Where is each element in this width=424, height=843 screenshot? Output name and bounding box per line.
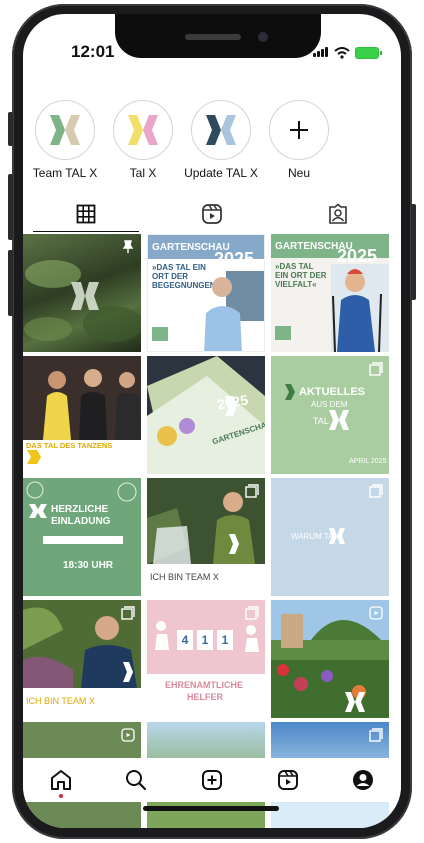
grid-icon	[76, 204, 96, 224]
post-gartenschau-vielfalt[interactable]: GARTENSCHAU 2025 »DAS TAL EIN ORT DER VI…	[271, 234, 389, 352]
power-button	[411, 204, 416, 300]
highlight-team-tal-x[interactable]: Team TAL X	[32, 100, 98, 180]
post-team-x-portrait[interactable]: ICH BIN TEAM X	[23, 600, 141, 718]
helper-counter: 4 1 1	[177, 630, 233, 650]
highlight-update-tal-x[interactable]: Update TAL X	[184, 100, 258, 180]
post-forest-waterfall[interactable]	[23, 234, 141, 352]
post-caption: WARUM TAL	[291, 532, 338, 541]
post-aktuelles[interactable]: AKTUELLES AUS DEM TAL APRIL 2025	[271, 356, 389, 474]
volume-down-button	[8, 250, 13, 316]
counter-digit: 1	[197, 630, 213, 650]
pin-icon	[122, 240, 134, 253]
talx-logo-icon	[191, 100, 251, 160]
nav-profile[interactable]	[343, 760, 383, 800]
add-post-icon	[201, 770, 222, 790]
volume-up-button	[8, 174, 13, 240]
story-highlights: Team TAL X Tal X Update TAL X Neu	[23, 100, 401, 180]
post-garden-park[interactable]	[271, 600, 389, 718]
highlight-label: Neu	[287, 166, 310, 180]
screen: 12:01 Team TAL X Tal X Update TAL X Neu …	[23, 14, 401, 828]
nav-create[interactable]	[192, 760, 232, 800]
tab-grid[interactable]	[23, 196, 149, 232]
front-camera	[258, 32, 268, 42]
post-warum-tal[interactable]: WARUM TAL	[271, 478, 389, 596]
notification-dot	[58, 794, 63, 798]
post-caption: ICH BIN TEAM X	[150, 572, 219, 582]
post-line1: AKTUELLES	[299, 386, 365, 398]
carousel-icon	[121, 606, 135, 620]
post-gartenschau-brochure[interactable]: 2025 GARTENSCHAU	[147, 356, 265, 474]
reels-icon	[202, 204, 222, 224]
profile-icon	[353, 770, 374, 790]
post-line3: TAL	[313, 416, 329, 426]
battery-icon	[355, 47, 382, 59]
tab-reels[interactable]	[149, 196, 275, 232]
reels-icon	[369, 606, 383, 620]
invitation-graphic	[26, 481, 137, 544]
tab-tagged[interactable]	[275, 196, 401, 232]
talx-logo-icon	[113, 100, 173, 160]
speaker	[185, 34, 241, 40]
bottom-nav	[23, 758, 401, 802]
post-title: DAS TAL DES TANZENS	[26, 441, 113, 450]
post-caption: ICH BIN TEAM X	[26, 696, 95, 706]
nav-reels[interactable]	[268, 760, 308, 800]
search-icon	[126, 770, 147, 791]
counter-digit: 4	[177, 630, 193, 650]
status-icons	[313, 44, 382, 62]
notch	[115, 14, 321, 58]
athlete-photo	[275, 264, 389, 352]
post-line2: HELFER	[187, 692, 223, 702]
highlight-tal-x[interactable]: Tal X	[113, 100, 173, 180]
nav-search[interactable]	[116, 760, 156, 800]
speaker-photo	[152, 271, 264, 351]
carousel-icon	[369, 728, 383, 742]
brochure-photo	[147, 356, 265, 474]
post-line1: EHRENAMTLICHE	[165, 680, 243, 690]
counter-digit: 1	[217, 630, 233, 650]
mute-switch	[8, 112, 13, 146]
highlight-label: Tal X	[129, 166, 157, 180]
highlight-label: Team TAL X	[32, 166, 98, 180]
profile-tabs	[23, 196, 401, 232]
status-time: 12:01	[71, 42, 115, 61]
plus-icon	[269, 100, 329, 160]
highlight-new[interactable]: Neu	[269, 100, 329, 180]
post-line1: HERZLICHE	[51, 504, 109, 515]
post-ehrenamtliche-helfer[interactable]: 4 1 1 EHRENAMTLICHE HELFER	[147, 600, 265, 718]
post-line2: AUS DEM	[311, 400, 348, 409]
post-herzliche-einladung[interactable]: HERZLICHE EINLADUNG 18:30 UHR	[23, 478, 141, 596]
post-gartenschau-begegnungen[interactable]: GARTENSCHAU 2025 »DAS TAL EIN ORT DER BE…	[147, 234, 265, 352]
post-tal-des-tanzens[interactable]: DAS TAL DES TANZENS	[23, 356, 141, 474]
reels-icon	[277, 770, 298, 790]
talx-logo-icon	[35, 100, 95, 160]
post-date: APRIL 2025	[349, 458, 387, 465]
reels-icon	[121, 728, 135, 742]
dancers-photo	[23, 356, 141, 464]
post-grid: GARTENSCHAU 2025 »DAS TAL EIN ORT DER BE…	[23, 234, 401, 828]
home-indicator[interactable]	[143, 806, 279, 811]
talx-mark	[285, 384, 349, 430]
post-line2: EINLADUNG	[51, 516, 111, 527]
wifi-icon	[334, 47, 350, 59]
tagged-icon	[329, 203, 347, 224]
post-team-x-waterfall[interactable]: ICH BIN TEAM X	[147, 478, 265, 596]
home-icon	[50, 770, 71, 790]
nav-home[interactable]	[41, 760, 81, 800]
highlight-label: Update TAL X	[184, 166, 258, 180]
carousel-icon	[245, 484, 259, 498]
post-time: 18:30 UHR	[63, 560, 114, 571]
